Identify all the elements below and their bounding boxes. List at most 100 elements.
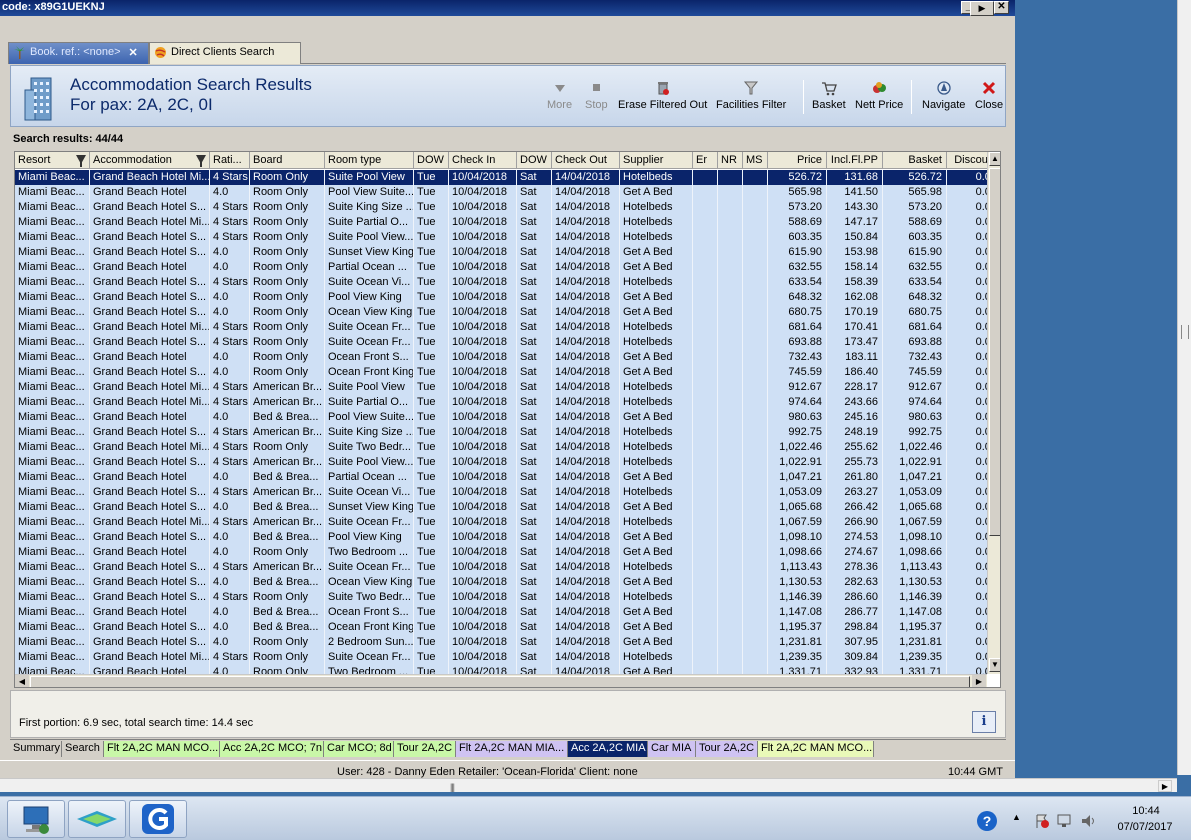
table-row[interactable]: Miami Beac... Grand Beach Hotel Mi... 4 St… (15, 650, 987, 665)
table-row[interactable]: Miami Beac... Grand Beach Hotel S... 4 Sta… (15, 335, 987, 350)
table-row[interactable]: Miami Beac... Grand Beach Hotel S... 4 Sta… (15, 590, 987, 605)
table-row[interactable]: Miami Beac... Grand Beach Hotel S... 4 Sta… (15, 425, 987, 440)
header-col-room-type[interactable]: Room type (325, 152, 414, 169)
header-col-er[interactable]: Er (693, 152, 718, 169)
table-row[interactable]: Miami Beac... Grand Beach Hotel 4.0 Room On… (15, 545, 987, 560)
table-row[interactable]: Miami Beac... Grand Beach Hotel S... 4 Sta… (15, 485, 987, 500)
trip-tab-1[interactable]: Search (62, 741, 104, 757)
header-col-accommodation[interactable]: Accommodation (90, 152, 210, 169)
scroll-left-icon[interactable]: ◀ (15, 675, 29, 687)
header-col-dow-out[interactable]: DOW (517, 152, 552, 169)
table-row[interactable]: Miami Beac... Grand Beach Hotel 4.0 Room On… (15, 260, 987, 275)
table-row[interactable]: Miami Beac... Grand Beach Hotel Mi... 4 St… (15, 515, 987, 530)
table-row[interactable]: Miami Beac... Grand Beach Hotel S... 4.0 Ro… (15, 365, 987, 380)
outer-vertical-scrollbar[interactable] (1177, 0, 1191, 775)
nett-price-button[interactable]: Nett Price (855, 80, 903, 111)
navigate-button[interactable]: Navigate (922, 80, 965, 111)
header-col-resort[interactable]: Resort (15, 152, 90, 169)
table-row[interactable]: Miami Beac... Grand Beach Hotel Mi... 4 St… (15, 395, 987, 410)
taskbar-computer[interactable] (7, 800, 65, 838)
table-row[interactable]: Miami Beac... Grand Beach Hotel Mi... 4 St… (15, 320, 987, 335)
header-col-supplier[interactable]: Supplier (620, 152, 693, 169)
table-row[interactable]: Miami Beac... Grand Beach Hotel S... 4 Sta… (15, 200, 987, 215)
trip-tab-3[interactable]: Acc 2A,2C MCO; 7n (220, 741, 324, 757)
table-row[interactable]: Miami Beac... Grand Beach Hotel Mi... 4 St… (15, 380, 987, 395)
scroll-up-icon[interactable]: ▲ (989, 152, 1000, 166)
header-col-ms[interactable]: MS (743, 152, 768, 169)
basket-button[interactable]: Basket (812, 80, 846, 111)
header-col-price[interactable]: Price (768, 152, 827, 169)
header-col-check-out[interactable]: Check Out (552, 152, 620, 169)
scroll-right-icon[interactable]: ▶ (1158, 780, 1172, 792)
tab-booking[interactable]: Book. ref.: <none> ✕ (8, 42, 149, 64)
info-button[interactable]: i (972, 711, 996, 733)
volume-icon[interactable] (1080, 813, 1098, 829)
trip-tab-9[interactable]: Tour 2A,2C (696, 741, 758, 757)
filter-icon[interactable] (76, 155, 86, 167)
cell-er (693, 215, 718, 230)
table-row[interactable]: Miami Beac... Grand Beach Hotel S... 4.0 Be… (15, 530, 987, 545)
close-icon[interactable]: ✕ (129, 46, 138, 59)
outer-horizontal-scrollbar[interactable]: ||| ▶ (0, 778, 1177, 792)
table-row[interactable]: Miami Beac... Grand Beach Hotel 4.0 Room On… (15, 350, 987, 365)
trip-tab-10[interactable]: Flt 2A,2C MAN MCO... (758, 741, 874, 757)
table-row[interactable]: Miami Beac... Grand Beach Hotel Mi... 4 St… (15, 440, 987, 455)
trip-tab-8[interactable]: Car MIA (648, 741, 696, 757)
table-row[interactable]: Miami Beac... Grand Beach Hotel 4.0 Bed & B… (15, 410, 987, 425)
table-row[interactable]: Miami Beac... Grand Beach Hotel S... 4.0 Ro… (15, 635, 987, 650)
trip-tab-4[interactable]: Car MCO; 8d (324, 741, 394, 757)
header-col-check-in[interactable]: Check In (449, 152, 517, 169)
header-col-nr[interactable]: NR (718, 152, 743, 169)
table-row[interactable]: Miami Beac... Grand Beach Hotel 4.0 Bed & B… (15, 605, 987, 620)
table-row[interactable]: Miami Beac... Grand Beach Hotel S... 4 Sta… (15, 455, 987, 470)
scroll-thumb[interactable] (30, 676, 970, 687)
cell-dow-out: Sat (517, 560, 552, 575)
table-row[interactable]: Miami Beac... Grand Beach Hotel S... 4.0 Ro… (15, 305, 987, 320)
trip-tab-7[interactable]: Acc 2A,2C MIA (568, 741, 648, 757)
header-col-board[interactable]: Board (250, 152, 325, 169)
table-vertical-scrollbar[interactable]: ▲ ▼ (987, 152, 1000, 674)
header-col-basket[interactable]: Basket (883, 152, 947, 169)
table-row[interactable]: Miami Beac... Grand Beach Hotel Mi... 4 St… (15, 215, 987, 230)
tabs-next-icon[interactable]: ▶ (970, 1, 994, 16)
help-icon[interactable]: ? (976, 810, 998, 832)
flag-alert-icon[interactable] (1034, 813, 1050, 829)
trip-tab-2[interactable]: Flt 2A,2C MAN MCO... (104, 741, 220, 757)
trip-tab-6[interactable]: Flt 2A,2C MAN MIA... (456, 741, 568, 757)
table-row[interactable]: Miami Beac... Grand Beach Hotel S... 4.0 Be… (15, 620, 987, 635)
more-button[interactable]: More (547, 80, 572, 111)
scroll-right-icon[interactable]: ▶ (972, 675, 986, 687)
taskbar-g-app[interactable] (129, 800, 187, 838)
trip-tab-0[interactable]: Summary (10, 741, 62, 757)
header-col-dow-in[interactable]: DOW (414, 152, 449, 169)
header-col-incl-fl-pp[interactable]: Incl.Fl.PP (827, 152, 883, 169)
close-window-button[interactable]: ✕ (994, 1, 1009, 14)
table-row[interactable]: Miami Beac... Grand Beach Hotel S... 4 Sta… (15, 275, 987, 290)
header-col-rating[interactable]: Rati... (210, 152, 250, 169)
facilities-filter-button[interactable]: Facilities Filter (716, 80, 786, 111)
filter-icon[interactable] (196, 155, 206, 167)
table-row[interactable]: Miami Beac... Grand Beach Hotel S... 4.0 Be… (15, 500, 987, 515)
tab-direct-clients[interactable]: Direct Clients Search (149, 42, 301, 64)
close-button[interactable]: Close (975, 80, 1003, 111)
erase-filtered-button[interactable]: Erase Filtered Out (618, 80, 707, 111)
table-row[interactable]: Miami Beac... Grand Beach Hotel 4.0 Room On… (15, 665, 987, 674)
table-row[interactable]: Miami Beac... Grand Beach Hotel S... 4 Sta… (15, 230, 987, 245)
scroll-thumb[interactable] (989, 168, 1000, 536)
table-row[interactable]: Miami Beac... Grand Beach Hotel Mi... 4 St… (15, 170, 987, 185)
table-row[interactable]: Miami Beac... Grand Beach Hotel S... 4.0 Ro… (15, 245, 987, 260)
table-row[interactable]: Miami Beac... Grand Beach Hotel 4.0 Room On… (15, 185, 987, 200)
stop-button[interactable]: Stop (585, 80, 608, 111)
network-icon[interactable] (1056, 813, 1074, 829)
cell-supplier: Get A Bed (620, 500, 693, 515)
table-row[interactable]: Miami Beac... Grand Beach Hotel S... 4 Sta… (15, 560, 987, 575)
table-row[interactable]: Miami Beac... Grand Beach Hotel S... 4.0 Ro… (15, 290, 987, 305)
scroll-down-icon[interactable]: ▼ (989, 658, 1000, 672)
table-row[interactable]: Miami Beac... Grand Beach Hotel S... 4.0 Be… (15, 575, 987, 590)
table-row[interactable]: Miami Beac... Grand Beach Hotel 4.0 Bed & B… (15, 470, 987, 485)
table-horizontal-scrollbar[interactable]: ◀ ▶ (15, 674, 987, 687)
tray-expand-icon[interactable]: ▲ (1012, 812, 1021, 822)
taskbar-app[interactable] (68, 800, 126, 838)
cell-check-out: 14/04/2018 (552, 230, 620, 245)
trip-tab-5[interactable]: Tour 2A,2C (394, 741, 456, 757)
